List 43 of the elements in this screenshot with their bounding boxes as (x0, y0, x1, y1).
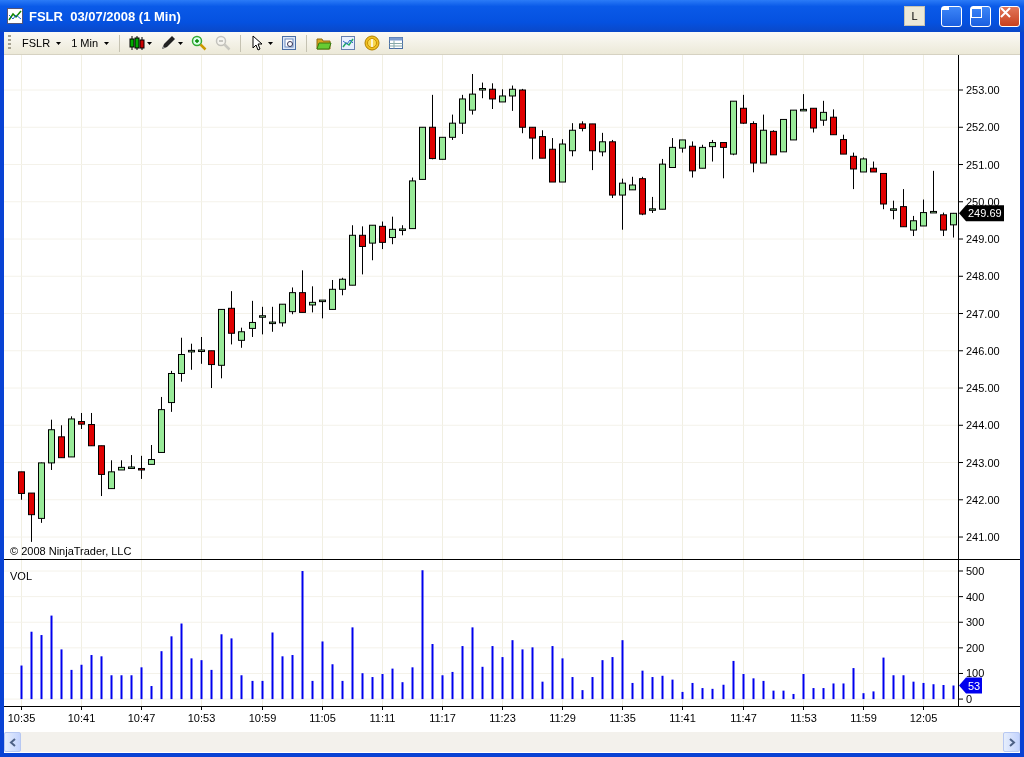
axis-label: 246.00 (966, 344, 1000, 357)
chart-title: VOL (10, 570, 32, 582)
axis-label: 10:59 (248, 712, 277, 724)
axis-label: 243.00 (966, 456, 1000, 469)
axis-label: 11:17 (429, 712, 456, 724)
axis-label: 10:47 (127, 712, 156, 724)
axis-label: 11:23 (489, 712, 516, 724)
axis-label: 10:35 (7, 712, 36, 724)
axis-label: 241.00 (966, 531, 1000, 543)
instrument-dropdown[interactable]: FSLR (19, 37, 65, 49)
axis-label: 242.00 (966, 493, 1000, 506)
axis-label: 11:47 (730, 712, 757, 724)
axis-label: 400 (966, 590, 985, 603)
axis-label: 245.00 (966, 382, 1000, 394)
axis-label: 10:41 (67, 712, 96, 724)
window-title: FSLR 03/07/2008 (1 Min) (29, 8, 181, 24)
link-button[interactable]: L (904, 6, 925, 26)
axis-label: 0 (966, 693, 973, 706)
axis-label: 11:29 (549, 712, 576, 724)
axis-label: 251.00 (966, 158, 1000, 171)
axis-label: 252.00 (966, 121, 1000, 134)
axis-label: 253.00 (966, 84, 1000, 96)
axis-label: 11:59 (850, 712, 877, 724)
axis-label: 11:41 (669, 712, 696, 724)
axis-label: 11:05 (309, 712, 336, 724)
axis-label: 300 (966, 616, 985, 629)
axis-label: 247.00 (966, 307, 1000, 320)
last-volume-tag: 53 (959, 677, 982, 694)
copyright-text: © 2008 NinjaTrader, LLC (10, 545, 132, 557)
axis-label: 250.00 (966, 195, 1000, 208)
axis-label: 249.00 (966, 233, 1000, 245)
axis-label: 248.00 (966, 270, 1000, 283)
axis-label: 244.00 (966, 419, 1000, 432)
axis-label: 100 (966, 667, 985, 680)
interval-dropdown[interactable]: 1 Min (68, 37, 113, 49)
axis-label: 11:53 (790, 712, 817, 724)
axis-label: 11:11 (369, 712, 396, 724)
axis-label: 11:35 (609, 712, 636, 724)
axis-label: 500 (966, 565, 985, 577)
axis-label: 200 (966, 641, 985, 654)
axis-label: 12:05 (909, 712, 938, 724)
last-price-tag: 249.69 (959, 205, 1004, 222)
axis-label: 10:53 (187, 712, 216, 724)
